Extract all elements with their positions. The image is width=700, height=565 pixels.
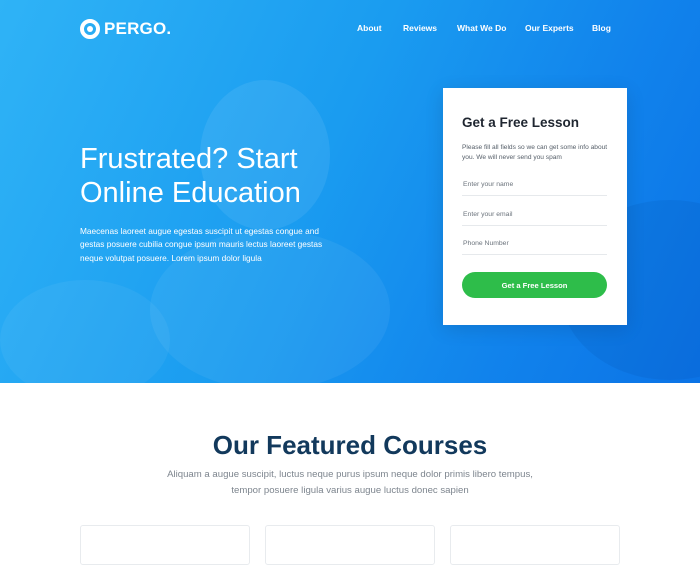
nav-item-what-we-do[interactable]: What We Do: [457, 23, 506, 33]
hero-section: PERGO. About Reviews What We Do Our Expe…: [0, 0, 700, 383]
get-free-lesson-button[interactable]: Get a Free Lesson: [462, 272, 607, 298]
section-title: Our Featured Courses: [212, 430, 488, 460]
phone-field[interactable]: [462, 233, 607, 255]
course-card[interactable]: [450, 525, 620, 565]
name-field[interactable]: [462, 174, 607, 196]
nav-item-our-experts[interactable]: Our Experts: [525, 23, 574, 33]
course-card[interactable]: [265, 525, 435, 565]
form-description: Please fill all fields so we can get som…: [462, 144, 608, 161]
email-field[interactable]: [462, 204, 607, 226]
free-lesson-form: Get a Free Lesson Please fill all fields…: [443, 88, 627, 325]
nav-item-about[interactable]: About: [357, 23, 382, 33]
hero-photo-shape: [0, 280, 170, 383]
section-subtitle: Aliquam a augue suscipit, luctus neque p…: [167, 469, 533, 496]
main-nav: About Reviews What We Do Our Experts Blo…: [0, 23, 700, 37]
hero-title-line: Frustrated? Start: [80, 143, 298, 175]
hero-title-line: Online Education: [80, 177, 301, 209]
nav-item-blog[interactable]: Blog: [592, 23, 611, 33]
course-card[interactable]: [80, 525, 250, 565]
hero-description: Maecenas laoreet augue egestas suscipit …: [80, 226, 323, 263]
hero-title: Frustrated? Start Online Education: [80, 142, 410, 210]
form-title: Get a Free Lesson: [462, 115, 580, 130]
nav-item-reviews[interactable]: Reviews: [403, 23, 437, 33]
